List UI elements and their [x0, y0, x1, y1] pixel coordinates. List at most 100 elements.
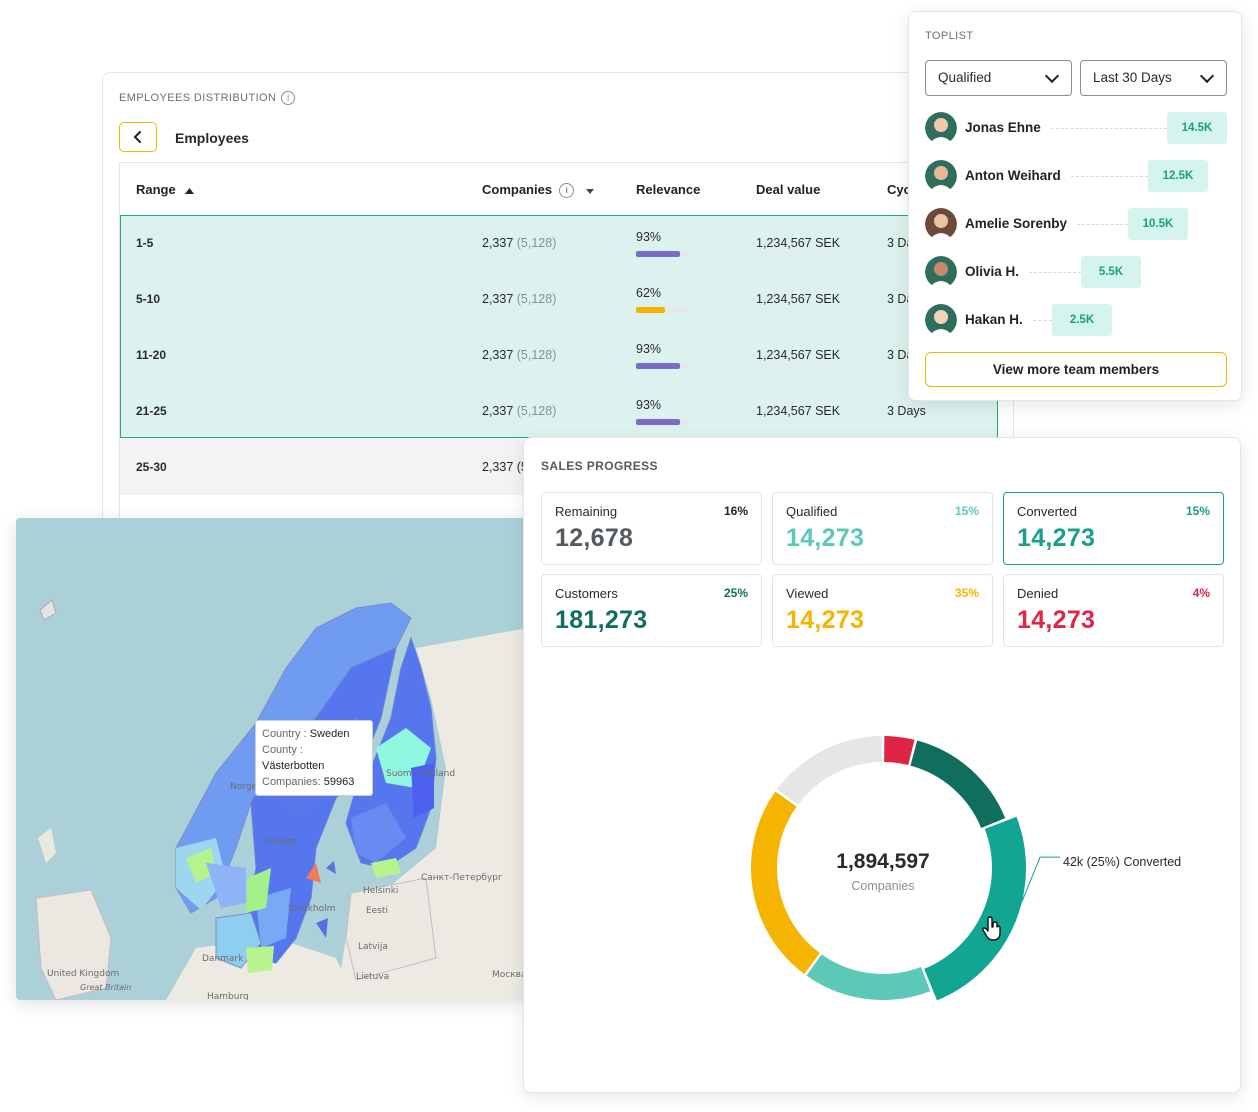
map-label: Helsinki — [363, 886, 398, 896]
sales-donut-chart[interactable] — [524, 438, 1242, 1094]
relevance-bar — [636, 419, 688, 425]
breadcrumb: Employees — [175, 130, 249, 146]
map-label: Sverige — [263, 837, 297, 847]
toplist-member[interactable]: Hakan H. 2.5K — [925, 304, 1227, 336]
cell-relevance: 93% — [636, 230, 662, 244]
avatar — [925, 304, 957, 336]
avatar — [925, 160, 957, 192]
column-header-relevance[interactable]: Relevance — [636, 182, 700, 197]
cell-companies: 2,337 (5,128) — [482, 404, 557, 418]
map-label: Hamburg — [207, 992, 249, 1000]
toplist-member[interactable]: Amelie Sorenby 10.5K — [925, 208, 1227, 240]
member-score-badge: 5.5K — [1081, 256, 1141, 288]
member-name: Amelie Sorenby — [965, 216, 1068, 231]
donut-segment-customers[interactable] — [910, 740, 1006, 829]
member-score-badge: 2.5K — [1052, 304, 1112, 336]
cell-relevance: 93% — [636, 342, 662, 356]
cell-deal-value: 1,234,567 SEK — [756, 404, 841, 418]
period-select[interactable]: Last 30 Days — [1080, 60, 1227, 96]
donut-segment-denied[interactable] — [883, 736, 915, 766]
toplist-member[interactable]: Olivia H. 5.5K — [925, 256, 1227, 288]
info-icon[interactable]: i — [559, 183, 575, 199]
avatar — [925, 208, 957, 240]
cell-range: 11-20 — [136, 348, 167, 362]
view-more-members-button[interactable]: View more team members — [925, 352, 1227, 387]
toplist-member[interactable]: Anton Weihard 12.5K — [925, 160, 1227, 192]
cell-companies: 2,337 (5,128) — [482, 348, 557, 362]
table-row[interactable]: 21-25 2,337 (5,128) 93% 1,234,567 SEK 3 Day… — [120, 383, 1013, 439]
toplist-card: TOPLIST Qualified Last 30 Days Jonas Ehn… — [908, 11, 1242, 401]
cell-deal-value: 1,234,567 SEK — [756, 236, 841, 250]
info-icon[interactable]: i — [281, 91, 296, 105]
member-name: Hakan H. — [965, 312, 1023, 327]
map-label: Санкт-Петербург — [421, 873, 503, 883]
map-label: Stockholm — [288, 904, 335, 914]
region-map[interactable]: Norge Sverige Suomi / Finland Helsinki С… — [16, 518, 528, 1000]
chevron-down-icon — [1044, 68, 1060, 84]
cell-range: 5-10 — [136, 292, 161, 306]
cell-range: 25-30 — [136, 460, 167, 474]
map-label: Norge — [230, 782, 257, 792]
cell-deal-value: 1,234,567 SEK — [756, 348, 841, 362]
avatar — [925, 112, 957, 144]
table-row[interactable]: 5-10 2,337 (5,128) 62% 1,234,567 SEK 3 Da — [120, 271, 1013, 327]
map-tooltip: Country : Sweden County : Västerbotten C… — [255, 720, 373, 796]
donut-segment-converted[interactable] — [923, 816, 1026, 1001]
cell-range: 21-25 — [136, 404, 167, 418]
map-label: United Kingdom — [47, 969, 119, 979]
toplist-member[interactable]: Jonas Ehne 14.5K — [925, 112, 1227, 144]
cell-companies: 2,337 (5 — [482, 460, 528, 474]
relevance-bar — [636, 251, 688, 257]
leader-line — [1071, 176, 1148, 177]
cell-companies: 2,337 (5,128) — [482, 236, 557, 250]
avatar — [925, 256, 957, 288]
map-label: Lietuva — [356, 972, 389, 982]
relevance-bar-fill — [636, 363, 680, 369]
back-button[interactable] — [119, 122, 157, 152]
toplist-title: TOPLIST — [925, 30, 974, 42]
column-header-companies[interactable]: Companies i — [482, 182, 594, 199]
map-label: Great Britain — [80, 983, 131, 992]
leader-line — [1077, 224, 1128, 225]
sales-progress-card: SALES PROGRESS Remaining 16% 12,678 Qualifi… — [523, 437, 1241, 1093]
table-row[interactable]: 11-20 2,337 (5,128) 93% 1,234,567 SEK 3 Da — [120, 327, 1013, 383]
relevance-bar-fill — [636, 419, 680, 425]
chevron-left-icon — [133, 131, 141, 143]
employees-distribution-title: EMPLOYEES DISTRIBUTION i — [119, 91, 296, 105]
column-header-range[interactable]: Range — [136, 182, 195, 197]
map-label: Latvija — [358, 942, 388, 952]
status-select[interactable]: Qualified — [925, 60, 1072, 96]
donut-total-label: Companies — [851, 879, 915, 893]
donut-callout-label: 42k (25%) Converted — [1063, 855, 1182, 869]
member-score-badge: 14.5K — [1167, 112, 1227, 144]
member-score-badge: 10.5K — [1128, 208, 1188, 240]
leader-line — [1033, 320, 1052, 321]
cell-deal-value: 1,234,567 SEK — [756, 292, 841, 306]
cell-companies: 2,337 (5,128) — [482, 292, 557, 306]
cell-range: 1-5 — [136, 236, 154, 250]
donut-segment-qualified[interactable] — [806, 954, 931, 1000]
relevance-bar — [636, 307, 688, 313]
leader-line — [1051, 128, 1167, 129]
relevance-bar-fill — [636, 251, 680, 257]
table-row[interactable]: 1-5 2,337 (5,128) 93% 1,234,567 SEK 3 Da — [120, 215, 1013, 271]
relevance-bar-fill — [636, 307, 665, 313]
leader-line — [1029, 272, 1081, 273]
hand-pointer-icon — [981, 916, 1001, 941]
relevance-bar — [636, 363, 688, 369]
cell-relevance: 62% — [636, 286, 662, 300]
map-label: Москва — [492, 970, 526, 980]
map-label: Eesti — [366, 906, 388, 916]
column-header-deal-value[interactable]: Deal value — [756, 182, 820, 197]
sort-descending-icon — [585, 189, 594, 194]
sort-ascending-icon — [185, 188, 195, 194]
chevron-down-icon — [1199, 68, 1215, 84]
member-name: Anton Weihard — [965, 168, 1061, 183]
status-select-value: Qualified — [938, 70, 992, 85]
map-label: Danmark — [202, 954, 244, 964]
member-name: Jonas Ehne — [965, 120, 1041, 135]
member-score-badge: 12.5K — [1148, 160, 1208, 192]
donut-segment-remaining[interactable] — [777, 736, 883, 806]
member-name: Olivia H. — [965, 264, 1020, 279]
cell-relevance: 93% — [636, 398, 662, 412]
